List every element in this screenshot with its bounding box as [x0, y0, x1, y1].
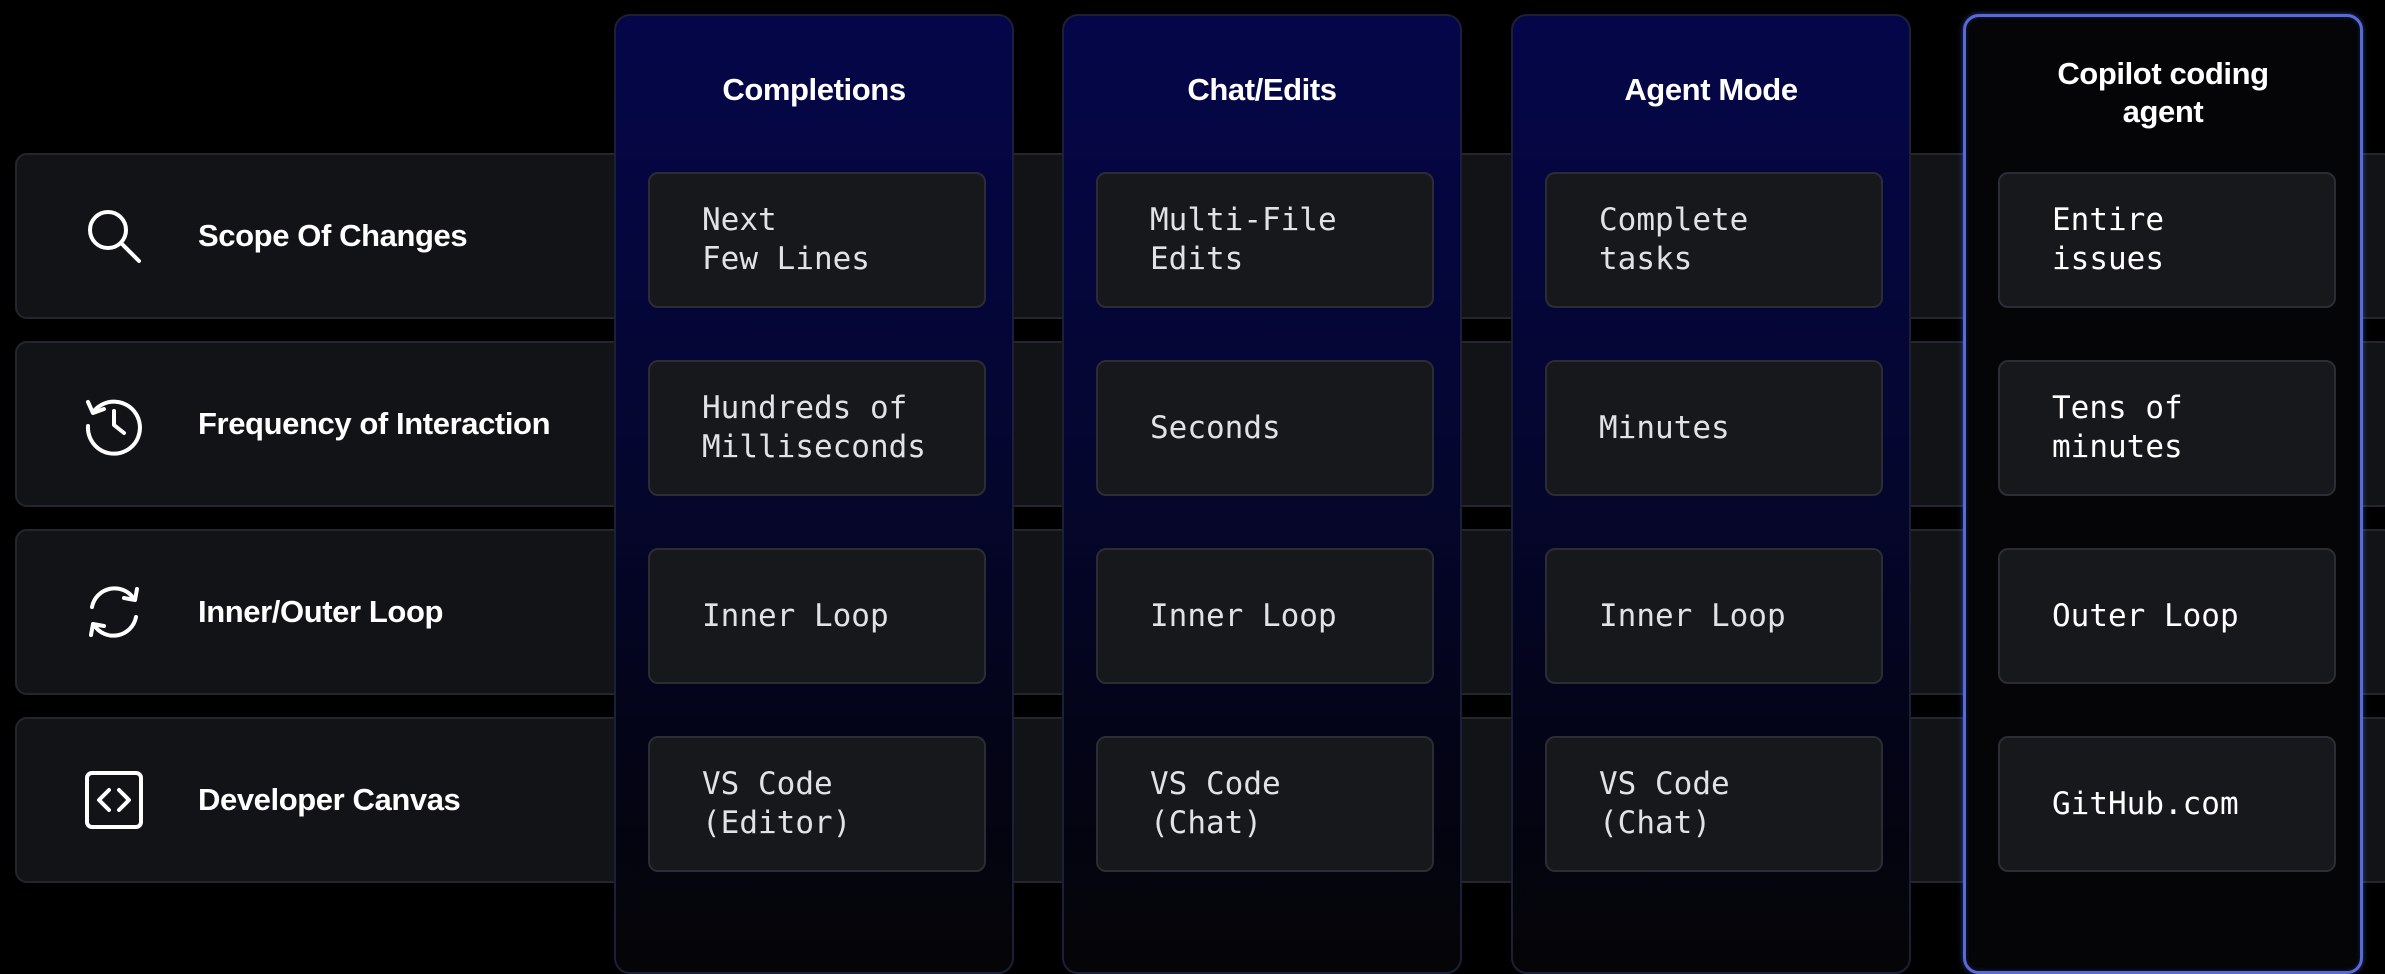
- cell-frequency: Hundreds of Milliseconds: [648, 360, 986, 496]
- cell-text: Inner Loop: [1599, 597, 1786, 634]
- cell-frequency: Minutes: [1545, 360, 1883, 496]
- column-chat-edits: Chat/Edits Multi-File Edits Seconds Inne…: [1062, 14, 1462, 974]
- cell-loop: Outer Loop: [1998, 548, 2336, 684]
- cell-text: Entire issues: [2052, 202, 2164, 277]
- column-title: Copilot coding agent: [2057, 56, 2269, 129]
- row-label: Frequency of Interaction: [198, 406, 551, 441]
- cell-text: Next Few Lines: [702, 202, 870, 277]
- cell-text: VS Code (Editor): [702, 766, 852, 841]
- cell-frequency: Tens of minutes: [1998, 360, 2336, 496]
- cell-scope: Entire issues: [1998, 172, 2336, 308]
- column-title: Completions: [722, 72, 906, 107]
- cell-loop: Inner Loop: [648, 548, 986, 684]
- code-brackets-icon: [79, 765, 149, 835]
- cell-canvas: VS Code (Chat): [1545, 736, 1883, 872]
- cell-text: Multi-File Edits: [1150, 202, 1337, 277]
- cell-text: VS Code (Chat): [1150, 766, 1281, 841]
- cell-canvas: VS Code (Editor): [648, 736, 986, 872]
- row-label: Developer Canvas: [198, 782, 461, 817]
- row-label: Scope Of Changes: [198, 218, 468, 253]
- column-title: Agent Mode: [1624, 72, 1798, 107]
- cell-text: Seconds: [1150, 409, 1281, 446]
- column-title: Chat/Edits: [1187, 72, 1337, 107]
- cell-canvas: GitHub.com: [1998, 736, 2336, 872]
- cell-scope: Next Few Lines: [648, 172, 986, 308]
- cell-scope: Complete tasks: [1545, 172, 1883, 308]
- cell-text: Inner Loop: [702, 597, 889, 634]
- column-agent-mode: Agent Mode Complete tasks Minutes Inner …: [1511, 14, 1911, 974]
- cell-text: Minutes: [1599, 409, 1730, 446]
- cell-loop: Inner Loop: [1545, 548, 1883, 684]
- row-label: Inner/Outer Loop: [198, 594, 444, 629]
- cell-scope: Multi-File Edits: [1096, 172, 1434, 308]
- cell-text: Inner Loop: [1150, 597, 1337, 634]
- history-clock-icon: [79, 389, 149, 459]
- search-icon: [79, 201, 149, 271]
- cell-text: GitHub.com: [2052, 785, 2239, 822]
- cell-text: Hundreds of Milliseconds: [702, 390, 926, 465]
- cell-text: Complete tasks: [1599, 202, 1749, 277]
- refresh-cycle-icon: [79, 577, 149, 647]
- column-copilot-coding-agent: Copilot coding agent Entire issues Tens …: [1963, 14, 2363, 974]
- column-completions: Completions Next Few Lines Hundreds of M…: [614, 14, 1014, 974]
- cell-text: Tens of minutes: [2052, 390, 2183, 465]
- cell-canvas: VS Code (Chat): [1096, 736, 1434, 872]
- cell-frequency: Seconds: [1096, 360, 1434, 496]
- cell-text: Outer Loop: [2052, 597, 2239, 634]
- cell-text: VS Code (Chat): [1599, 766, 1730, 841]
- cell-loop: Inner Loop: [1096, 548, 1434, 684]
